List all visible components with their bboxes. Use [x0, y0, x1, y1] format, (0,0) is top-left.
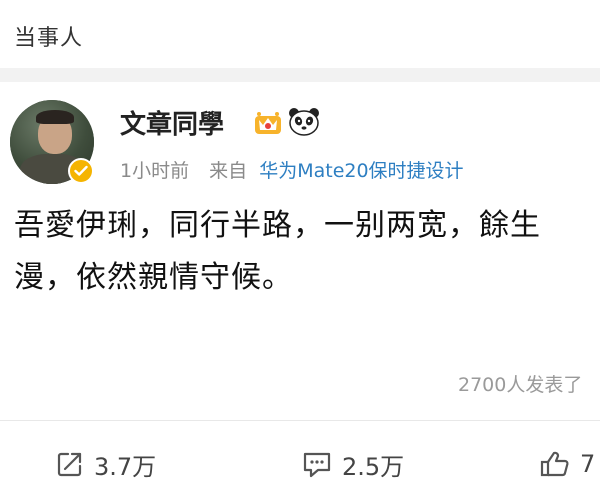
- panda-badge-icon[interactable]: [288, 106, 320, 136]
- like-count: 7: [580, 450, 596, 478]
- repost-icon: [56, 450, 84, 478]
- verified-icon: [68, 158, 94, 184]
- top-bar: 当事人: [0, 0, 600, 68]
- actions-divider: [0, 420, 600, 421]
- post-content-line: 吾愛伊琍，同行半路，一别两宽，餘生: [14, 208, 541, 243]
- source-device-link[interactable]: 华为Mate20保时捷设计: [259, 160, 463, 182]
- page-title: 当事人: [14, 26, 84, 51]
- read-count[interactable]: 2700人发表了: [458, 370, 582, 397]
- post-content: 吾愛伊琍，同行半路，一别两宽，餘生 漫，依然親情守候。: [14, 200, 600, 304]
- comment-count: 2.5万: [342, 452, 405, 481]
- author-name[interactable]: 文章同學: [120, 104, 224, 141]
- source-label: 来自: [209, 160, 248, 182]
- thumbs-up-icon: [540, 450, 570, 478]
- post-content-line: 漫，依然親情守候。: [14, 260, 293, 295]
- weibo-post: 文章同學 1小时前 来自 华为Mate20保时捷设计 吾愛伊琍，同行半路，一别两…: [0, 82, 600, 500]
- avatar-hair: [36, 110, 74, 124]
- comment-button[interactable]: 2.5万: [302, 444, 404, 484]
- section-divider: [0, 68, 600, 82]
- like-button[interactable]: 7: [540, 444, 595, 484]
- post-time: 1小时前: [120, 160, 190, 182]
- comment-icon: [302, 450, 332, 478]
- repost-count: 3.7万: [94, 452, 157, 481]
- repost-button[interactable]: 3.7万: [56, 444, 156, 484]
- post-meta: 1小时前 来自 华为Mate20保时捷设计: [120, 156, 464, 183]
- crown-badge-icon[interactable]: [253, 108, 283, 136]
